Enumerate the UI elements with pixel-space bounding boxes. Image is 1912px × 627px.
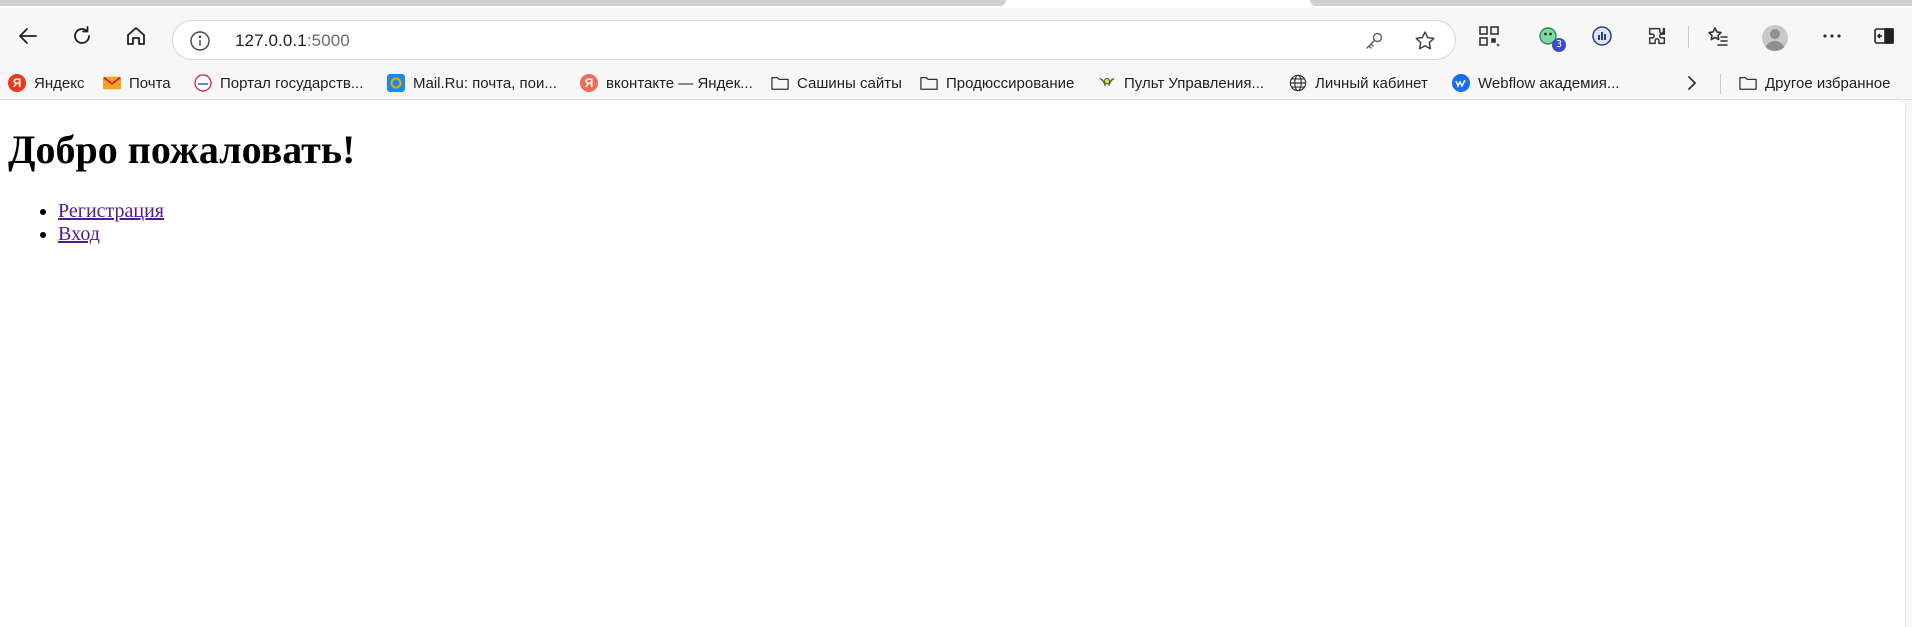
bookmark-label: Webflow академия... <box>1478 74 1620 92</box>
favorites-list-icon <box>1708 27 1728 46</box>
bookmark-item[interactable]: Mail.Ru: почта, пои... <box>387 71 557 95</box>
extension-counter-button[interactable]: 3 <box>1534 22 1566 52</box>
other-bookmarks-folder[interactable]: Другое избранное <box>1739 71 1890 95</box>
toolbar-separator <box>1688 26 1689 48</box>
settings-menu-button[interactable] <box>1818 22 1846 50</box>
address-bar[interactable]: 127.0.0.1:5000 <box>172 20 1456 60</box>
page-heading: Добро пожаловать! <box>8 127 356 172</box>
register-link[interactable]: Регистрация <box>58 200 164 222</box>
bookmark-folder[interactable]: Продюссирование <box>920 71 1074 95</box>
folder-icon <box>771 74 789 92</box>
qr-code-button[interactable] <box>1475 22 1503 50</box>
tab-strip <box>0 0 1912 8</box>
tab-active[interactable] <box>0 0 1006 6</box>
bookmark-item[interactable]: Личный кабинет <box>1289 71 1428 95</box>
extensions-button[interactable] <box>1643 22 1671 50</box>
reload-icon <box>74 26 90 44</box>
bookmark-item[interactable]: Я вконтакте — Яндек... <box>580 71 753 95</box>
bookmark-item[interactable]: Я Яндекс <box>8 71 84 95</box>
bookmark-label: Яндекс <box>34 74 85 92</box>
login-link[interactable]: Вход <box>58 223 100 245</box>
back-arrow-icon <box>19 28 37 44</box>
avatar-head <box>1770 29 1780 39</box>
bookmark-folder[interactable]: Сашины сайты <box>771 71 902 95</box>
tab-inactive[interactable] <box>1310 0 1912 6</box>
favorites-button[interactable] <box>1704 22 1732 50</box>
extension-badge: 3 <box>1552 38 1566 52</box>
favorite-star-icon[interactable] <box>1413 29 1437 53</box>
mail-envelope-icon <box>103 74 121 92</box>
bookmark-item[interactable]: Webflow академия... <box>1452 71 1619 95</box>
bookmark-label: Почта <box>129 74 171 92</box>
web-page-content: Добро пожаловать! Регистрация Вход <box>0 100 1906 627</box>
extension-stats-button[interactable] <box>1588 22 1616 50</box>
bookmark-item[interactable]: Портал государств... <box>194 71 363 95</box>
bookmarks-separator <box>1720 74 1721 94</box>
folder-icon <box>1739 74 1757 92</box>
password-key-icon[interactable] <box>1363 30 1385 52</box>
qr-code-icon <box>1479 26 1500 47</box>
bookmark-label: вконтакте — Яндек... <box>606 74 753 92</box>
sidebar-toggle-icon <box>1874 28 1894 44</box>
reload-button[interactable] <box>64 18 100 54</box>
globe-icon <box>1289 74 1307 92</box>
folder-icon <box>920 74 938 92</box>
home-button[interactable] <box>118 18 154 54</box>
yandex-icon: Я <box>8 74 26 92</box>
mailru-icon <box>387 74 405 92</box>
list-item: Регистрация <box>58 200 164 223</box>
list-item: Вход <box>58 223 164 246</box>
bookmark-label: Другое избранное <box>1765 74 1891 92</box>
bookmark-label: Личный кабинет <box>1315 74 1428 92</box>
browser-toolbar: 127.0.0.1:5000 3 <box>0 8 1912 65</box>
profile-avatar[interactable] <box>1762 25 1788 51</box>
bookmark-label: Портал государств... <box>220 74 364 92</box>
chevron-right-icon[interactable] <box>1682 73 1702 93</box>
sidebar-toggle-button[interactable] <box>1870 22 1898 50</box>
gosuslugi-icon <box>194 74 212 92</box>
yandex-icon: Я <box>580 74 598 92</box>
bookmark-item[interactable]: Почта <box>103 71 171 95</box>
webflow-icon <box>1452 74 1470 92</box>
bookmarks-bar: Я Яндекс Почта Портал государств... Mail… <box>0 65 1912 100</box>
bookmark-label: Mail.Ru: почта, пои... <box>413 74 557 92</box>
url-host: 127.0.0.1 <box>235 31 307 50</box>
bookmark-label: Сашины сайты <box>797 74 902 92</box>
more-dots-icon <box>1823 34 1841 38</box>
url-port: :5000 <box>306 31 350 50</box>
avatar-body <box>1765 41 1785 51</box>
info-icon[interactable] <box>189 30 211 52</box>
url-text[interactable]: 127.0.0.1:5000 <box>235 31 350 51</box>
back-button[interactable] <box>10 18 46 54</box>
puzzle-icon <box>1648 27 1666 45</box>
extension-chart-icon <box>1592 26 1612 46</box>
home-icon <box>127 27 145 45</box>
bookmark-item[interactable]: Пульт Управления... <box>1098 71 1264 95</box>
control-panel-icon <box>1098 74 1116 92</box>
nav-link-list: Регистрация Вход <box>0 200 164 246</box>
bookmark-label: Продюссирование <box>946 74 1075 92</box>
bookmark-label: Пульт Управления... <box>1124 74 1265 92</box>
